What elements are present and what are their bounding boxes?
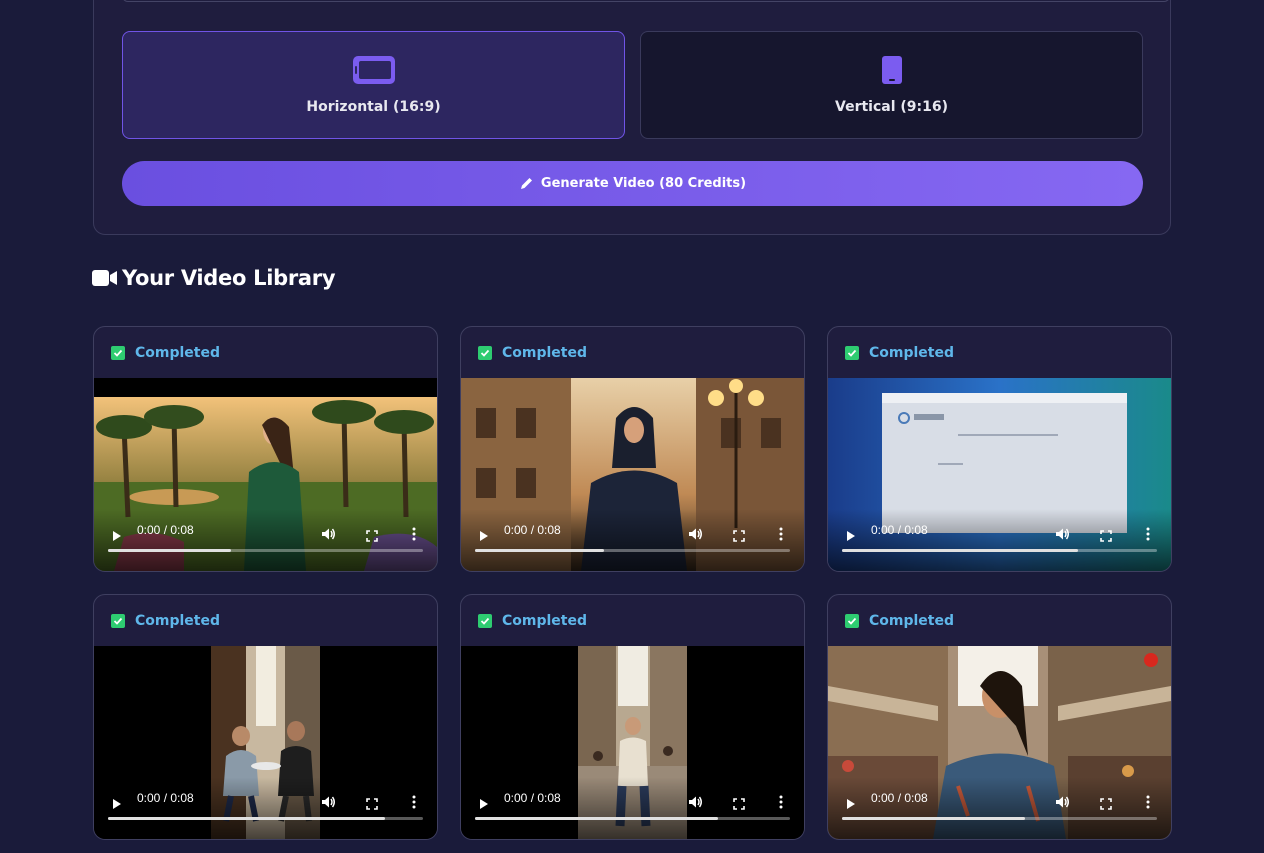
fullscreen-icon[interactable] <box>366 795 378 814</box>
video-player[interactable]: 0:00 / 0:08 <box>828 646 1171 839</box>
progress-track[interactable] <box>475 549 790 552</box>
buffer-fill <box>108 817 386 820</box>
more-options-icon[interactable] <box>779 794 783 813</box>
video-status: Completed <box>135 344 221 361</box>
video-time: 0:00 / 0:08 <box>137 523 194 537</box>
fullscreen-icon[interactable] <box>1100 795 1112 814</box>
video-card: Completed 0:00 / 0:08 <box>93 326 438 572</box>
generate-video-label: Generate Video (80 Credits) <box>540 176 747 191</box>
check-icon <box>845 345 859 360</box>
check-icon <box>111 345 125 360</box>
video-time: 0:00 / 0:08 <box>504 791 561 805</box>
generate-video-button[interactable]: Generate Video (80 Credits) <box>122 161 1143 206</box>
more-options-icon[interactable] <box>1146 794 1150 813</box>
video-status: Completed <box>502 344 588 361</box>
video-card: Completed 0:00 / 0:08 <box>93 594 438 840</box>
video-time: 0:00 / 0:08 <box>871 523 928 537</box>
progress-track[interactable] <box>108 549 423 552</box>
check-icon <box>845 613 859 628</box>
video-player[interactable]: 0:00 / 0:08 <box>461 378 804 571</box>
more-options-icon[interactable] <box>779 526 783 545</box>
more-options-icon[interactable] <box>412 794 416 813</box>
video-card: Completed 0:00 / 0:08 <box>460 326 805 572</box>
video-library-heading: Your Video Library <box>92 266 336 290</box>
volume-icon[interactable] <box>688 794 703 813</box>
check-icon <box>478 345 492 360</box>
buffer-fill <box>842 549 1079 552</box>
buffer-fill <box>108 549 231 552</box>
more-options-icon[interactable] <box>412 526 416 545</box>
video-player[interactable]: 0:00 / 0:08 <box>94 378 437 571</box>
volume-icon[interactable] <box>1055 794 1070 813</box>
fullscreen-icon[interactable] <box>1100 527 1112 546</box>
play-icon[interactable] <box>846 527 856 546</box>
play-icon[interactable] <box>112 527 122 546</box>
more-options-icon[interactable] <box>1146 526 1150 545</box>
video-time: 0:00 / 0:08 <box>504 523 561 537</box>
video-library-title: Your Video Library <box>122 266 336 290</box>
volume-icon[interactable] <box>321 526 336 545</box>
video-time: 0:00 / 0:08 <box>871 791 928 805</box>
fullscreen-icon[interactable] <box>733 795 745 814</box>
check-icon <box>111 613 125 628</box>
play-icon[interactable] <box>112 795 122 814</box>
progress-track[interactable] <box>108 817 423 820</box>
orientation-horizontal-label: Horizontal (16:9) <box>306 99 441 115</box>
video-player[interactable]: 0:00 / 0:08 <box>461 646 804 839</box>
fullscreen-icon[interactable] <box>733 527 745 546</box>
video-time: 0:00 / 0:08 <box>137 791 194 805</box>
video-status: Completed <box>135 612 221 629</box>
phone-portrait-icon <box>881 55 903 89</box>
play-icon[interactable] <box>479 795 489 814</box>
video-status: Completed <box>869 612 955 629</box>
video-player[interactable]: 0:00 / 0:08 <box>828 378 1171 571</box>
progress-track[interactable] <box>475 817 790 820</box>
orientation-vertical-label: Vertical (9:16) <box>835 99 948 115</box>
volume-icon[interactable] <box>321 794 336 813</box>
play-icon[interactable] <box>479 527 489 546</box>
video-card: Completed 0:00 / 0:08 <box>460 594 805 840</box>
video-player[interactable]: 0:00 / 0:08 <box>94 646 437 839</box>
check-icon <box>478 613 492 628</box>
tablet-landscape-icon <box>352 55 396 89</box>
orientation-horizontal-option[interactable]: Horizontal (16:9) <box>122 31 625 139</box>
play-icon[interactable] <box>846 795 856 814</box>
volume-icon[interactable] <box>688 526 703 545</box>
buffer-fill <box>475 549 605 552</box>
buffer-fill <box>475 817 718 820</box>
video-card: Completed 0:00 / 0:08 <box>827 594 1172 840</box>
progress-track[interactable] <box>842 549 1157 552</box>
video-status: Completed <box>502 612 588 629</box>
video-camera-icon <box>92 269 118 287</box>
video-card: Completed 0:00 / 0:08 <box>827 326 1172 572</box>
pencil-icon <box>519 176 534 191</box>
video-status: Completed <box>869 344 955 361</box>
buffer-fill <box>842 817 1025 820</box>
prompt-textarea-edge[interactable] <box>122 0 1170 2</box>
progress-track[interactable] <box>842 817 1157 820</box>
orientation-vertical-option[interactable]: Vertical (9:16) <box>640 31 1143 139</box>
fullscreen-icon[interactable] <box>366 527 378 546</box>
volume-icon[interactable] <box>1055 526 1070 545</box>
